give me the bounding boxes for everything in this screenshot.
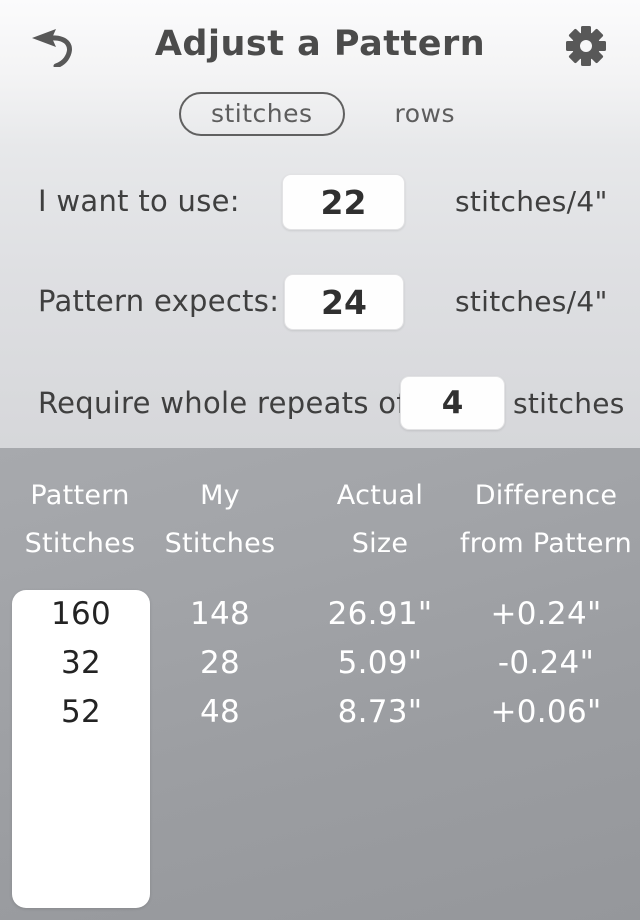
cell-difference: -0.24": [497, 645, 595, 681]
column-header-pattern-stitches: Pattern Stitches: [24, 480, 136, 559]
input-my-gauge[interactable]: 22: [282, 174, 405, 230]
form-row-i-want-to-use: I want to use: 22 stitches/4": [0, 170, 640, 232]
segmented-control[interactable]: stitches rows: [0, 91, 640, 137]
cell-actual-size: 26.91": [327, 596, 433, 632]
form-row-pattern-expects: Pattern expects: 24 stitches/4": [0, 270, 640, 332]
cell-difference: +0.06": [490, 694, 602, 730]
unit-pattern-gauge: stitches/4": [455, 284, 608, 318]
input-repeat-multiple[interactable]: 4: [400, 376, 505, 430]
table-row: 160 148 26.91" +0.24": [0, 590, 640, 639]
results-section: Pattern Stitches My Stitches Actual Size…: [0, 448, 640, 920]
tab-rows[interactable]: rows: [389, 94, 462, 134]
label-i-want-to-use: I want to use:: [38, 184, 240, 218]
label-pattern-expects: Pattern expects:: [38, 284, 280, 318]
table-row: 32 28 5.09" -0.24": [0, 639, 640, 688]
unit-my-gauge: stitches/4": [455, 184, 608, 218]
cell-my-stitches: 48: [199, 694, 241, 730]
cell-actual-size: 5.09": [337, 645, 423, 681]
results-table-body: 160 148 26.91" +0.24" 32 28 5.09" -0.24"…: [0, 590, 640, 920]
cell-pattern-stitches[interactable]: 160: [12, 590, 150, 639]
cell-my-stitches: 148: [189, 596, 251, 632]
table-row: 52 48 8.73" +0.06": [0, 688, 640, 737]
top-section: Adjust a Pattern stitches rows I want to…: [0, 0, 640, 448]
settings-button[interactable]: [550, 20, 622, 76]
cell-pattern-stitches[interactable]: 52: [12, 688, 150, 737]
cell-actual-size: 8.73": [337, 694, 423, 730]
cell-pattern-stitches[interactable]: 32: [12, 639, 150, 688]
tab-stitches[interactable]: stitches: [178, 92, 345, 136]
page-title: Adjust a Pattern: [154, 24, 486, 64]
column-header-difference: Difference from Pattern: [459, 480, 633, 559]
gear-icon: [565, 25, 607, 71]
unit-repeat-multiple: stitches: [513, 386, 625, 420]
header-bar: Adjust a Pattern: [0, 0, 640, 88]
column-header-my-stitches: My Stitches: [164, 480, 276, 559]
input-pattern-gauge[interactable]: 24: [284, 274, 404, 330]
cell-my-stitches: 28: [199, 645, 241, 681]
column-header-actual-size: Actual Size: [336, 480, 424, 559]
table-header: Pattern Stitches My Stitches Actual Size…: [0, 472, 640, 564]
cell-difference: +0.24": [490, 596, 602, 632]
label-require-repeats: Require whole repeats of:: [38, 386, 416, 420]
form-row-require-repeats: Require whole repeats of: 4 stitches: [0, 372, 640, 434]
